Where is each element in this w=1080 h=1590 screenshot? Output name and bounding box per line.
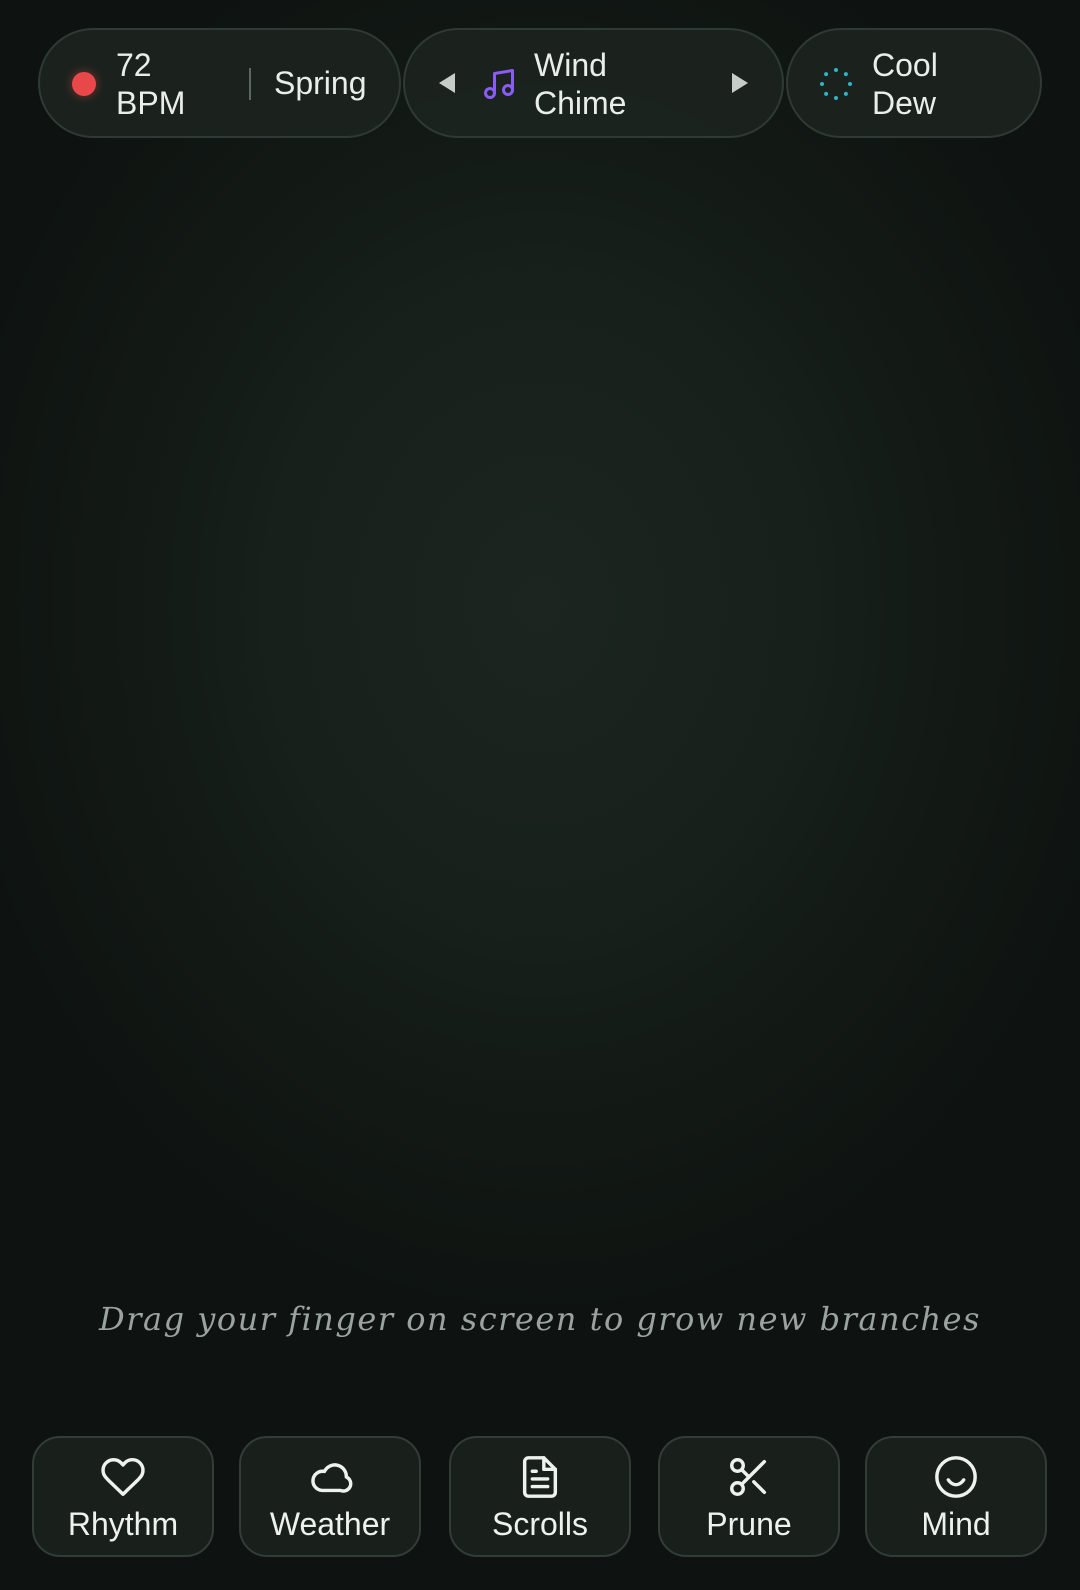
document-icon xyxy=(522,1456,558,1498)
prune-label: Prune xyxy=(706,1506,792,1542)
music-note-icon xyxy=(484,69,514,99)
weather-button[interactable]: Weather xyxy=(239,1436,421,1557)
season-label: Spring xyxy=(274,65,367,101)
scrolls-label: Scrolls xyxy=(491,1506,588,1542)
rhythm-button[interactable]: Rhythm xyxy=(32,1436,214,1557)
sound-name: Wind Chime xyxy=(534,47,627,121)
mind-button[interactable]: Mind xyxy=(865,1436,1047,1557)
weather-label: Weather xyxy=(269,1506,391,1542)
smile-icon xyxy=(935,1456,977,1498)
cloud-icon xyxy=(311,1463,353,1493)
weather-pill[interactable]: Cool Dew xyxy=(786,28,1042,138)
drag-hint: Drag your finger on screen to grow new b… xyxy=(99,1300,981,1338)
previous-sound-button[interactable] xyxy=(439,73,455,93)
prune-button[interactable]: Prune xyxy=(658,1436,840,1557)
sound-selector: Wind Chime xyxy=(403,28,784,138)
divider xyxy=(249,68,251,100)
scissors-icon xyxy=(730,1458,767,1496)
mind-label: Mind xyxy=(921,1506,991,1542)
heart-icon xyxy=(101,1458,145,1496)
bpm-readout: 72 BPM xyxy=(116,47,186,121)
rhythm-label: Rhythm xyxy=(67,1506,179,1542)
app-screen[interactable]: 72 BPM Spring Wind Chime Cool Dew Drag y… xyxy=(0,0,1080,1590)
recording-dot-icon xyxy=(72,72,96,96)
scrolls-button[interactable]: Scrolls xyxy=(449,1436,631,1557)
dew-dots-icon xyxy=(820,68,852,100)
next-sound-button[interactable] xyxy=(732,73,748,93)
status-pill[interactable]: 72 BPM Spring xyxy=(38,28,401,138)
weather-name: Cool Dew xyxy=(872,47,938,121)
